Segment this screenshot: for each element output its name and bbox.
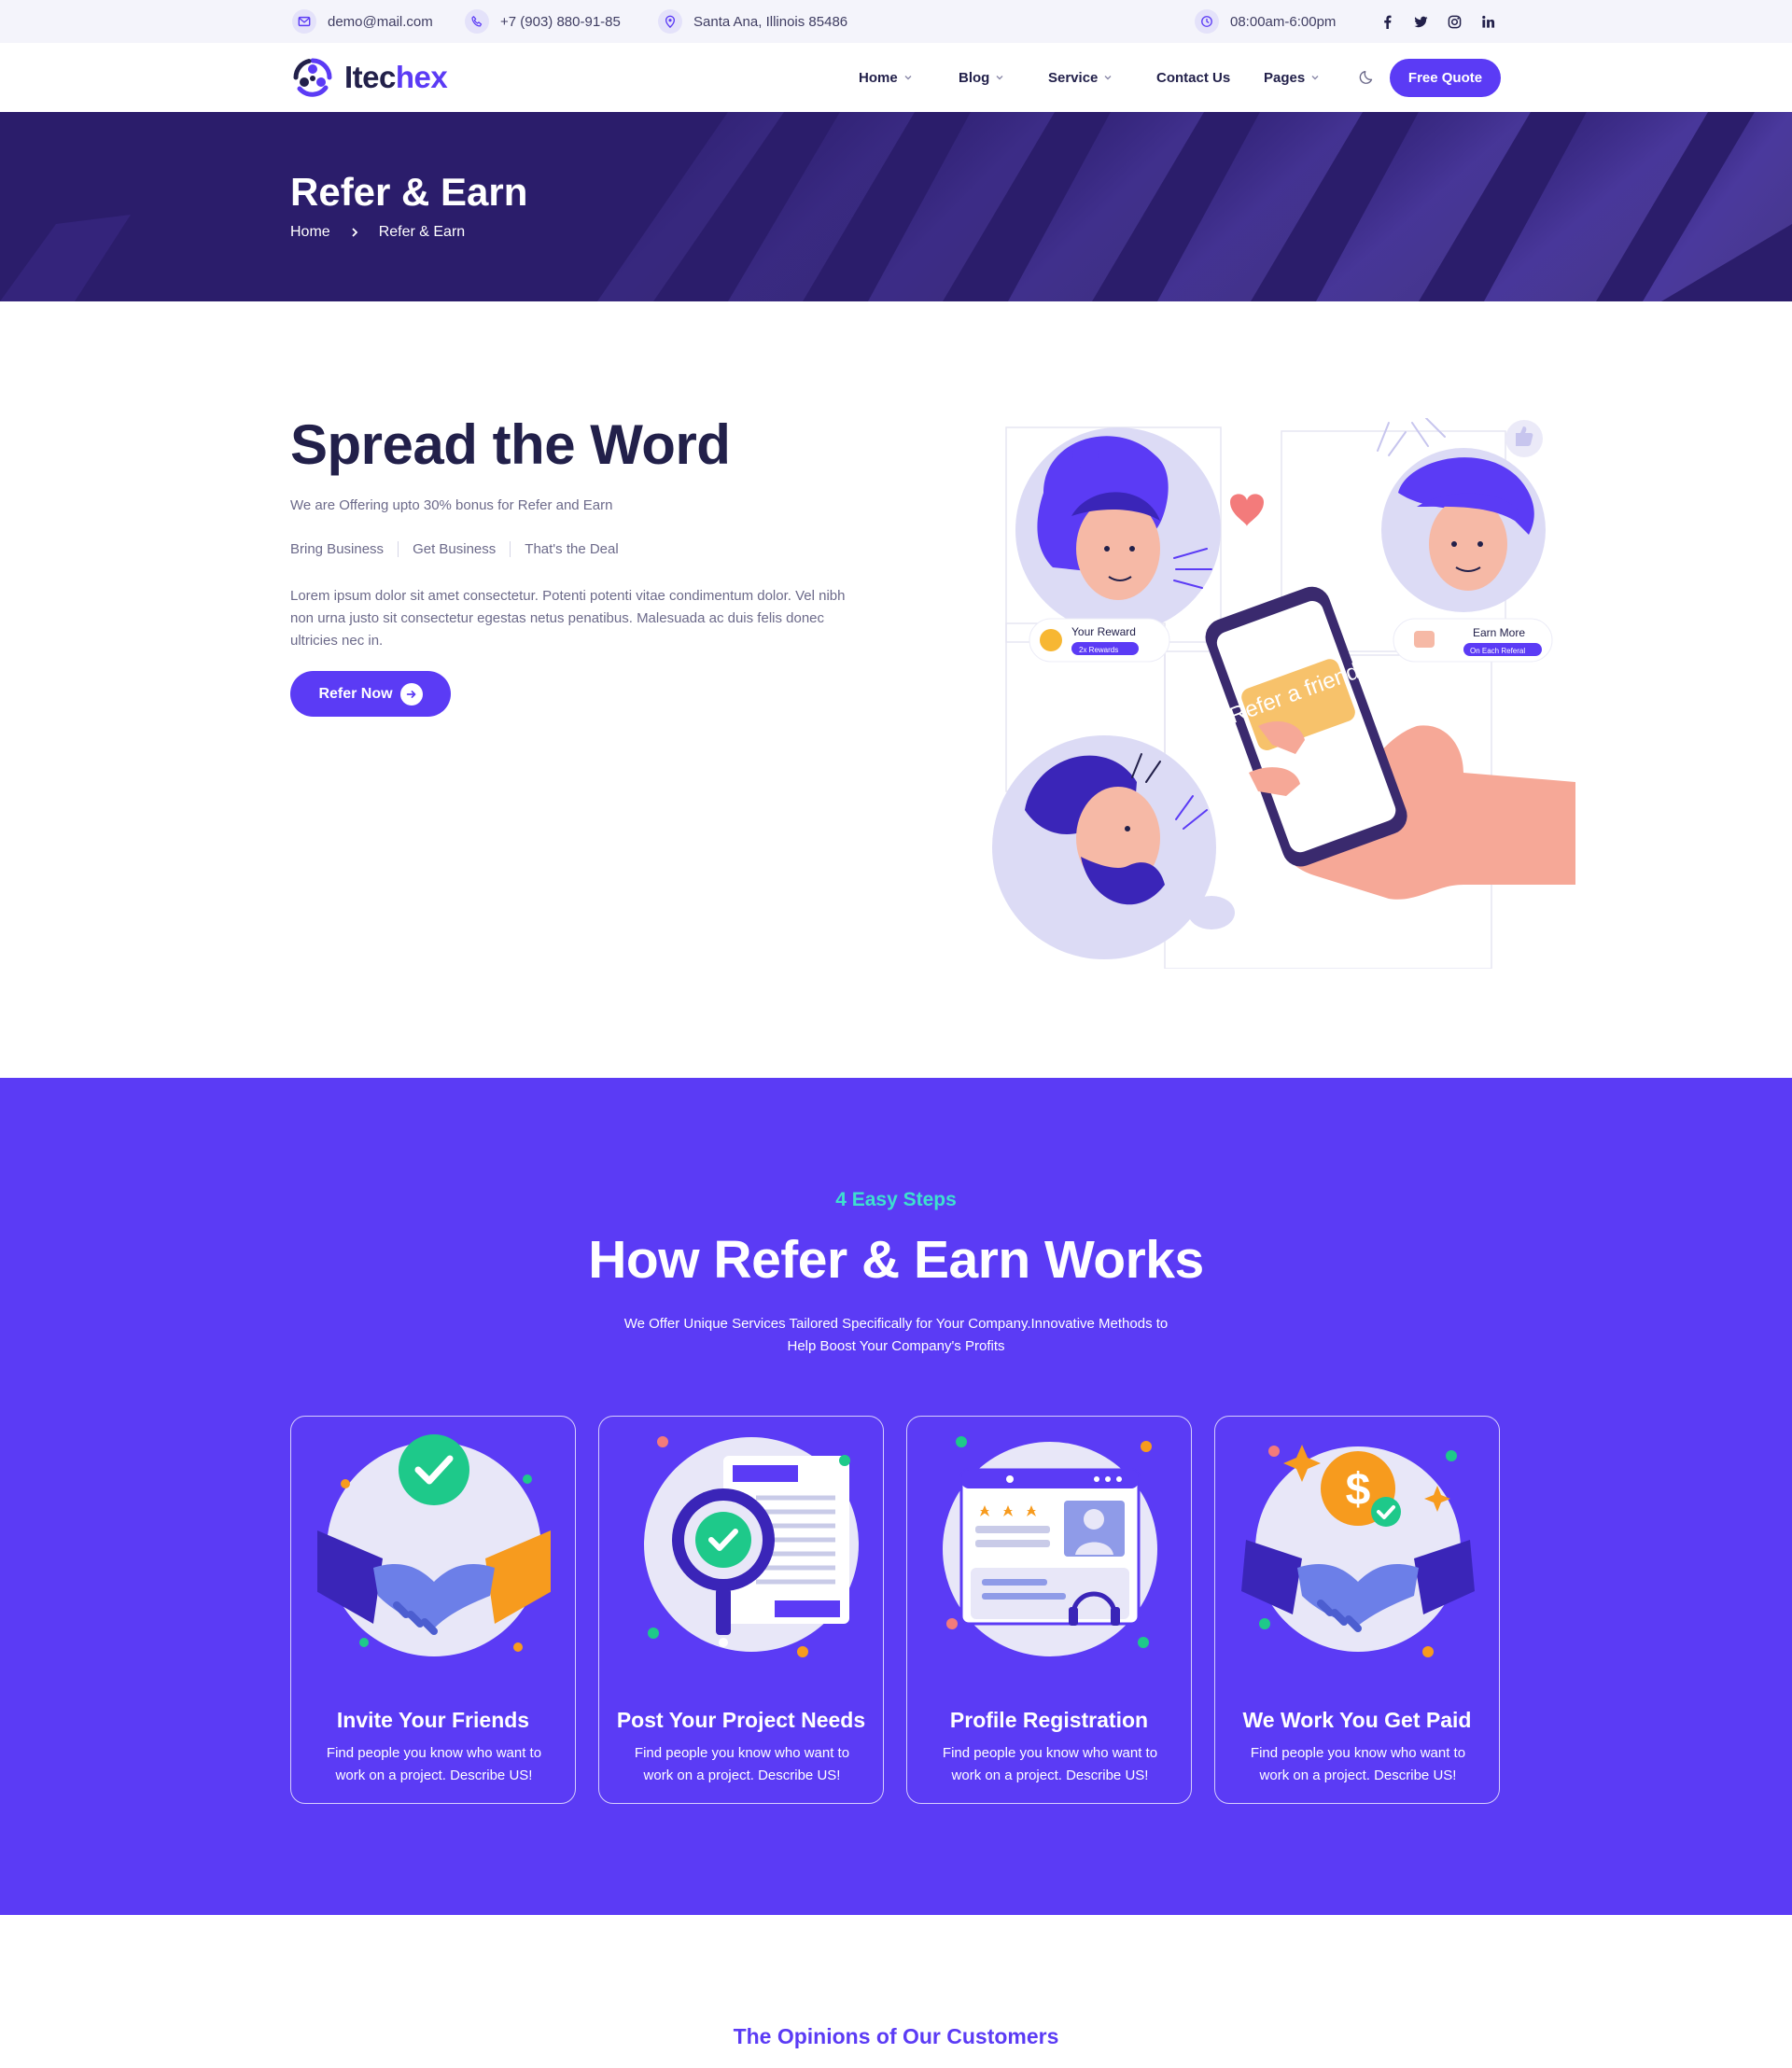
step-card[interactable]: Invite Your Friends Find people you know… <box>290 1416 576 1804</box>
tag-item: That's the Deal <box>510 541 632 557</box>
linkedin-icon[interactable] <box>1471 0 1505 43</box>
how-description: We Offer Unique Services Tailored Specif… <box>623 1316 1169 1354</box>
nav-service-label: Service <box>1048 69 1099 86</box>
page-title: Refer & Earn <box>290 170 528 214</box>
free-quote-button[interactable]: Free Quote <box>1390 59 1501 97</box>
trophy-icon <box>1040 629 1062 651</box>
topbar-email-text: demo@mail.com <box>328 13 433 30</box>
refer-now-button[interactable]: Refer Now <box>290 671 451 717</box>
nav-contact-us-label: Contact Us <box>1156 69 1231 86</box>
logo-text-prefix: Itec <box>344 60 396 94</box>
profile-card-icon <box>943 1436 1157 1656</box>
twitter-icon[interactable] <box>1404 0 1437 43</box>
chevron-right-icon <box>352 228 357 237</box>
how-it-works-section: 4 Easy Steps How Refer & Earn Works We O… <box>0 1078 1792 1915</box>
opinions-title: The Opinions of Our Customers <box>733 2024 1059 2048</box>
nav-home-label: Home <box>859 69 898 86</box>
handshake-check-icon <box>317 1434 551 1656</box>
logo-text-suffix: hex <box>395 60 448 94</box>
logo-icon <box>293 58 332 97</box>
step-title: We Work You Get Paid <box>1242 1708 1472 1732</box>
topbar-hours-text: 08:00am-6:00pm <box>1230 13 1337 30</box>
refer-illustration: Your Reward 2x Rewards Earn More On Each… <box>992 418 1575 969</box>
tag-item: Get Business <box>398 541 510 557</box>
how-title: How Refer & Earn Works <box>588 1230 1204 1290</box>
logo-text: Itechex <box>344 60 448 95</box>
top-bar: demo@mail.com +7 (903) 880-91-85 Santa A… <box>0 0 1792 43</box>
hand-icon <box>1414 631 1435 648</box>
step-text: Find people you know who want to work on… <box>1250 1745 1466 1783</box>
nav-contact-us[interactable]: Contact Us <box>1156 43 1230 112</box>
page-banner: Refer & Earn Home Refer & Earn <box>0 112 1792 301</box>
dark-mode-toggle[interactable] <box>1357 67 1378 88</box>
chat-bubble-icon <box>1188 896 1235 929</box>
topbar-hours: 08:00am-6:00pm <box>1195 0 1336 43</box>
breadcrumb-home[interactable]: Home <box>290 224 330 241</box>
step-card[interactable]: Profile Registration Find people you kno… <box>906 1416 1192 1804</box>
nav-pages[interactable]: Pages <box>1264 43 1320 112</box>
topbar-phone[interactable]: +7 (903) 880-91-85 <box>465 0 621 43</box>
topbar-address-text: Santa Ana, Illinois 85486 <box>693 13 848 30</box>
chevron-down-icon <box>1104 76 1112 80</box>
nav-home[interactable]: Home <box>859 43 913 112</box>
heart-icon <box>1230 494 1264 526</box>
chevron-down-icon <box>1311 76 1319 80</box>
spread-tags: Bring Business Get Business That's the D… <box>290 541 633 557</box>
step-title: Profile Registration <box>949 1708 1149 1732</box>
chevron-down-icon <box>904 76 912 80</box>
magnifier-document-icon <box>644 1436 859 1657</box>
nav-blog[interactable]: Blog <box>959 43 1004 112</box>
tag-item: Bring Business <box>290 541 385 557</box>
chevron-down-icon <box>996 76 1003 80</box>
banner-pattern <box>0 112 1792 301</box>
topbar-email[interactable]: demo@mail.com <box>292 0 433 43</box>
reward-label: Your Reward <box>1071 625 1136 638</box>
instagram-icon[interactable] <box>1437 0 1471 43</box>
phone-icon <box>465 9 489 34</box>
facebook-icon[interactable] <box>1370 0 1404 43</box>
dollar-handshake-icon: $ <box>1241 1445 1475 1657</box>
how-kicker: 4 Easy Steps <box>835 1189 957 1210</box>
spread-subtitle: We are Offering upto 30% bonus for Refer… <box>290 497 613 513</box>
refer-now-label: Refer Now <box>318 685 393 702</box>
spread-body: Lorem ipsum dolor sit amet consectetur. … <box>290 588 846 649</box>
step-text: Find people you know who want to work on… <box>942 1745 1158 1783</box>
step-text: Find people you know who want to work on… <box>634 1745 850 1783</box>
nav-service[interactable]: Service <box>1048 43 1113 112</box>
spread-title: Spread the Word <box>290 413 731 476</box>
breadcrumb-current: Refer & Earn <box>378 224 466 240</box>
nav-pages-label: Pages <box>1264 69 1306 86</box>
clock-icon <box>1195 9 1219 34</box>
location-pin-icon <box>658 9 682 34</box>
phone-mockup: Refer a friend <box>1205 586 1407 867</box>
arrow-right-icon <box>399 682 423 706</box>
nav-blog-label: Blog <box>959 69 990 86</box>
earn-pill: On Each Referal <box>1470 647 1525 655</box>
topbar-address: Santa Ana, Illinois 85486 <box>658 0 847 43</box>
mail-icon <box>292 9 316 34</box>
step-title: Post Your Project Needs <box>616 1708 866 1732</box>
step-title: Invite Your Friends <box>336 1708 530 1732</box>
reward-pill: 2x Rewards <box>1079 646 1118 654</box>
moon-icon <box>1359 71 1373 84</box>
step-text: Find people you know who want to work on… <box>326 1745 542 1783</box>
site-header: Itechex Home Blog Service Contact Us Pag… <box>0 43 1792 112</box>
earn-label: Earn More <box>1473 626 1525 639</box>
breadcrumb: Home Refer & Earn <box>290 224 465 241</box>
svg-text:$: $ <box>1346 1465 1371 1515</box>
step-card[interactable]: Post Your Project Needs Find people you … <box>598 1416 884 1804</box>
topbar-phone-text: +7 (903) 880-91-85 <box>500 13 621 30</box>
social-links <box>1370 0 1505 43</box>
logo[interactable]: Itechex <box>290 56 448 99</box>
step-card[interactable]: $ We Work You Get Paid Find people you k… <box>1214 1416 1500 1804</box>
